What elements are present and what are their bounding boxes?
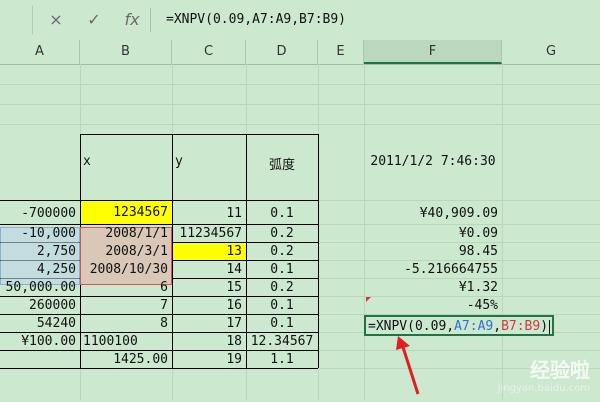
header-x[interactable]: x	[80, 154, 172, 174]
cell-b9[interactable]: 2008/10/30	[80, 261, 172, 278]
cell-c11[interactable]: 16	[172, 297, 246, 314]
cell-c10[interactable]: 15	[172, 279, 246, 296]
cancel-icon[interactable]: ×	[42, 6, 70, 34]
cell-b13[interactable]: 1100100	[80, 333, 172, 350]
cell-c14[interactable]: 19	[172, 351, 246, 368]
cell-a14[interactable]	[0, 351, 80, 368]
cell-c7[interactable]: 11234567	[172, 225, 246, 242]
cell-b7[interactable]: 2008/1/1	[80, 225, 172, 242]
cell-d8[interactable]: 0.2	[246, 243, 318, 260]
cell-b14[interactable]: 1425.00	[80, 351, 172, 368]
watermark-title: 经验啦	[530, 358, 590, 382]
cell-a11[interactable]: 260000	[0, 297, 80, 314]
formula-part-comma: ,	[493, 319, 502, 334]
col-header-e[interactable]: E	[318, 40, 364, 64]
cell-d13[interactable]: 12.34567	[246, 333, 318, 350]
sheet-grid: x y 弧度 2011/1/2 7:46:30 -700000 1234567 …	[0, 64, 600, 400]
cell-a12[interactable]: 54240	[0, 315, 80, 332]
col-header-g[interactable]: G	[502, 40, 600, 64]
cell-a6[interactable]: -700000	[0, 204, 80, 224]
formula-bar: × ✓ fx =XNPV(0.09,A7:A9,B7:B9)	[0, 0, 600, 41]
formula-ref-b: B7:B9	[501, 319, 541, 334]
cell-d7[interactable]: 0.2	[246, 225, 318, 242]
cell-a10[interactable]: 50,000.00	[0, 279, 80, 296]
cell-f10[interactable]: ¥1.32	[364, 279, 502, 296]
cell-f7[interactable]: ¥0.09	[364, 225, 502, 242]
cell-c9[interactable]: 14	[172, 261, 246, 278]
cell-d10[interactable]: 0.2	[246, 279, 318, 296]
formula-ref-a: A7:A9	[454, 319, 494, 334]
cell-c12[interactable]: 17	[172, 315, 246, 332]
formula-bar-buttons: × ✓ fx	[42, 6, 150, 34]
enter-icon[interactable]: ✓	[80, 6, 108, 34]
header-datetime[interactable]: 2011/1/2 7:46:30	[364, 154, 502, 174]
cell-d6[interactable]: 0.1	[246, 204, 318, 224]
cell-c6[interactable]: 11	[172, 204, 246, 224]
cell-b12[interactable]: 8	[80, 315, 172, 332]
cell-d12[interactable]: 0.1	[246, 315, 318, 332]
cell-a8[interactable]: 2,750	[0, 243, 80, 260]
cell-f9[interactable]: -5.216664755	[364, 261, 502, 278]
cell-c8[interactable]: 13	[173, 243, 246, 260]
cell-d9[interactable]: 0.1	[246, 261, 318, 278]
watermark-url: jingyan.baidu.com	[497, 383, 590, 394]
cell-b10[interactable]: 6	[80, 279, 172, 296]
formula-bar-divider	[150, 8, 151, 32]
text-cursor	[549, 319, 551, 334]
header-arc[interactable]: 弧度	[246, 154, 318, 174]
name-box[interactable]	[0, 6, 33, 34]
cell-a7[interactable]: -10,000	[0, 225, 80, 242]
formula-input[interactable]: =XNPV(0.09,A7:A9,B7:B9)	[160, 6, 600, 34]
watermark: 经验啦 jingyan.baidu.com	[460, 354, 590, 394]
cell-b6[interactable]: 1234567	[81, 201, 172, 224]
column-headers: A B C D E F G	[0, 40, 600, 65]
cell-d14[interactable]: 1.1	[246, 351, 318, 368]
comment-indicator	[366, 297, 371, 302]
cell-f11[interactable]: -45%	[364, 297, 502, 314]
cell-b11[interactable]: 7	[80, 297, 172, 314]
col-header-c[interactable]: C	[172, 40, 246, 64]
cell-f8[interactable]: 98.45	[364, 243, 502, 260]
cell-a13[interactable]: ¥100.00	[0, 333, 80, 350]
col-header-b[interactable]: B	[80, 40, 172, 64]
col-header-f[interactable]: F	[364, 40, 502, 64]
col-header-a[interactable]: A	[0, 40, 80, 64]
formula-part-close: )	[540, 319, 549, 334]
cell-d11[interactable]: 0.1	[246, 297, 318, 314]
cell-a9[interactable]: 4,250	[0, 261, 80, 278]
cell-b8[interactable]: 2008/3/1	[80, 243, 172, 260]
col-header-d[interactable]: D	[246, 40, 318, 64]
insert-function-icon[interactable]: fx	[118, 6, 146, 34]
annotation-arrow	[396, 336, 420, 395]
cell-f6[interactable]: ¥40,909.09	[364, 204, 502, 224]
header-y[interactable]: y	[172, 154, 246, 174]
cell-c13[interactable]: 18	[172, 333, 246, 350]
